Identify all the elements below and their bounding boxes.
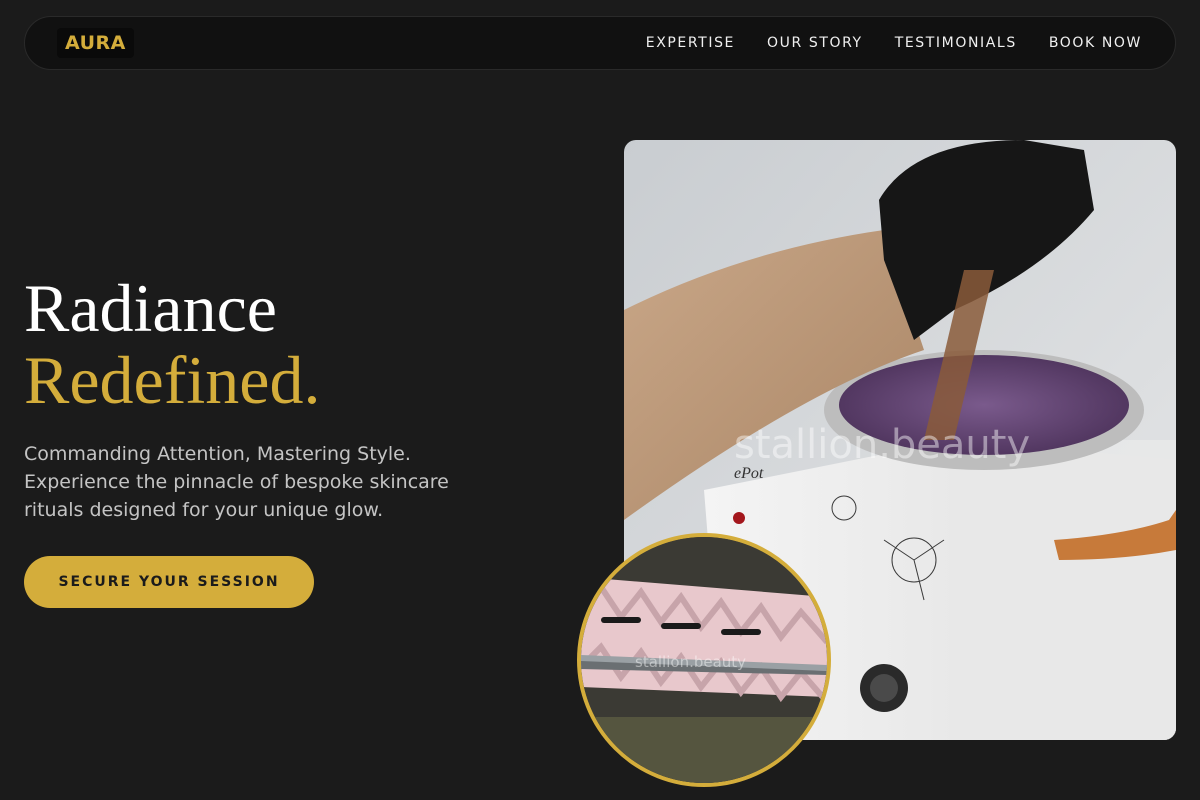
- brand-logo[interactable]: AURA: [57, 28, 134, 58]
- hero-subtitle: Commanding Attention, Mastering Style. E…: [24, 443, 449, 521]
- nav-link-testimonials[interactable]: TESTIMONIALS: [895, 35, 1017, 51]
- nav-link-our-story[interactable]: OUR STORY: [767, 35, 863, 51]
- nav-link-book-now[interactable]: BOOK NOW: [1049, 35, 1142, 51]
- secure-session-button[interactable]: SECURE YOUR SESSION: [24, 556, 314, 608]
- nav-link-expertise[interactable]: EXPERTISE: [646, 35, 735, 51]
- lash-tray-illustration: [581, 537, 827, 783]
- hero-title-line1: Radiance: [24, 270, 277, 346]
- nav-links: EXPERTISE OUR STORY TESTIMONIALS BOOK NO…: [646, 35, 1142, 51]
- hero-title-line2: Redefined.: [24, 342, 321, 418]
- hero-title: Radiance Redefined.: [24, 272, 320, 416]
- top-nav: AURA EXPERTISE OUR STORY TESTIMONIALS BO…: [24, 16, 1176, 70]
- inset-lash-image: stallion.beauty: [577, 533, 831, 787]
